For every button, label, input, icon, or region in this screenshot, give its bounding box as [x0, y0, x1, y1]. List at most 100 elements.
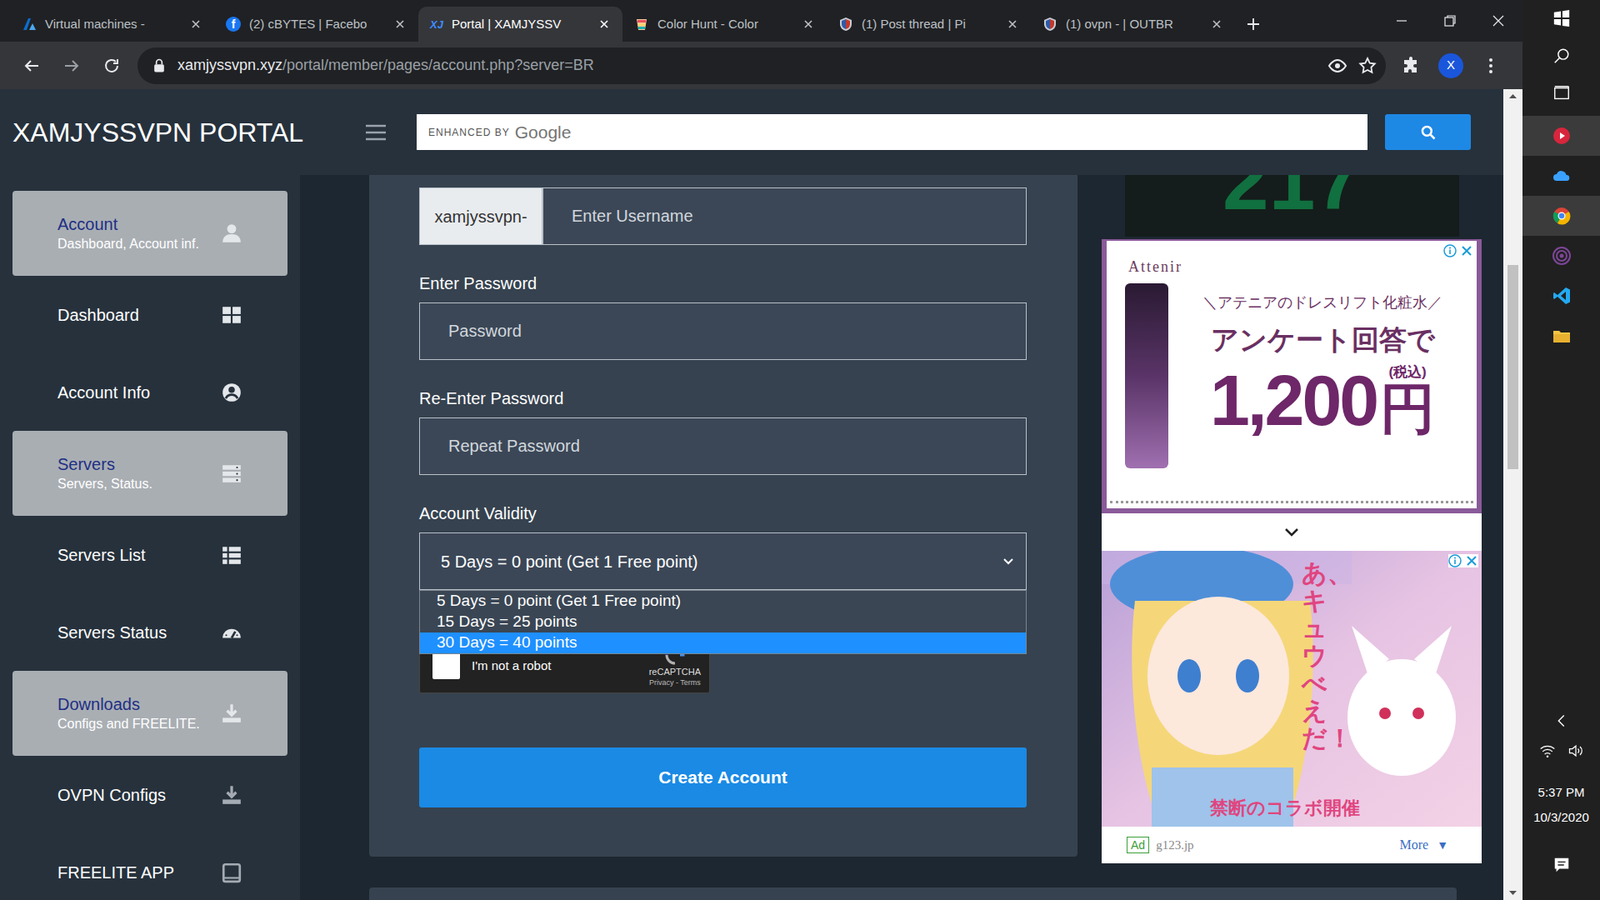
ad-info-icon[interactable] [1443, 244, 1457, 258]
close-icon[interactable] [393, 17, 407, 31]
scroll-down-icon[interactable] [1503, 885, 1523, 900]
ad-price-unit-box: (税込)円 [1380, 364, 1435, 436]
speaker-icon[interactable] [1567, 742, 1585, 760]
ad-banner[interactable]: Attenir＼アテニアのドレスリフト化粧水／アンケート回答で1,200(税込)… [1101, 239, 1482, 514]
browser-tab[interactable]: (1) Post thread | Pi [826, 6, 1031, 42]
wifi-icon[interactable] [1539, 742, 1556, 760]
hamburger-icon[interactable] [364, 120, 388, 145]
ad-close-icon[interactable] [1460, 244, 1474, 258]
sidebar-item[interactable]: Servers List [12, 515, 288, 594]
new-tab-button[interactable] [1235, 6, 1272, 42]
ad-more[interactable]: More [1399, 835, 1429, 855]
counter-value: 217 [1222, 175, 1362, 237]
validity-select[interactable]: 5 Days = 0 point (Get 1 Free point)5 Day… [419, 532, 1027, 590]
browser-tab[interactable]: Color Hunt - Color [622, 6, 827, 42]
validity-option[interactable]: 15 Days = 25 points [420, 611, 1026, 633]
taskbar-clock[interactable]: 5:37 PM10/3/2020 [1522, 782, 1600, 828]
ad-brand-row: Attenir [1106, 240, 1477, 279]
forward-arrow-button[interactable] [51, 47, 92, 85]
password-row [419, 302, 1027, 360]
close-icon[interactable] [189, 17, 203, 31]
sidebar-item[interactable]: Servers Status [12, 593, 288, 671]
windows-logo-button[interactable] [1522, 0, 1600, 37]
ad-more-arrow[interactable]: ▼ [1436, 836, 1449, 855]
profile-button[interactable]: X [1430, 47, 1471, 85]
notification-button[interactable] [1522, 848, 1600, 882]
google-search-box[interactable]: ENHANCED BYGoogle [416, 114, 1368, 150]
scrollbar-track [1503, 103, 1523, 886]
password-label: Enter Password [419, 273, 1027, 295]
cloud-icon [1551, 165, 1572, 186]
browser-tab[interactable]: XJPortal | XAMJYSSV [418, 6, 623, 42]
recaptcha-brand-text: reCAPTCHA [649, 665, 701, 678]
search-button[interactable] [1385, 114, 1471, 150]
ad-info-icon[interactable] [1448, 554, 1462, 568]
ad-headline: アンケート回答で [1210, 319, 1435, 361]
browser-tab[interactable]: Virtual machines - [10, 6, 215, 42]
clock-time: 5:37 PM [1538, 782, 1585, 803]
ad-badge: Ad [1126, 836, 1150, 854]
close-icon[interactable] [597, 17, 611, 31]
list-icon [220, 544, 243, 566]
window-control[interactable] [1377, 0, 1426, 42]
browser-tab[interactable]: f (2) cBYTES | Facebo [214, 6, 419, 42]
window-control[interactable] [1425, 0, 1475, 42]
puzzle-button[interactable] [1390, 47, 1431, 85]
product-bottle [1125, 283, 1169, 469]
validity-option[interactable]: 5 Days = 0 point (Get 1 Free point) [420, 590, 1026, 612]
task-view-icon [1552, 84, 1571, 103]
recaptcha-links[interactable]: Privacy - Terms [649, 677, 701, 688]
sidebar-item[interactable]: OVPN Configs [12, 755, 288, 834]
search-button[interactable] [1522, 36, 1600, 75]
sidebar-section[interactable]: DownloadsConfigs and FREELITE. [12, 670, 288, 756]
reload-icon [101, 55, 122, 76]
user-icon [220, 222, 243, 245]
facebook-icon: f [225, 16, 241, 32]
menu-dots-button[interactable] [1470, 47, 1511, 85]
page-scrollbar[interactable] [1503, 89, 1523, 900]
task-view-button[interactable] [1522, 74, 1600, 112]
taskbar-app[interactable] [1522, 235, 1600, 276]
repeat-password-input[interactable] [419, 417, 1027, 475]
star-icon[interactable] [1357, 55, 1378, 76]
taskbar-app[interactable] [1522, 275, 1600, 316]
scrollbar-thumb[interactable] [1507, 265, 1519, 470]
sidebar-section[interactable]: ServersServers, Status. [12, 430, 288, 516]
create-account-button[interactable]: Create Account [419, 747, 1027, 808]
taskbar-app[interactable] [1522, 115, 1600, 156]
ad-expand-strip[interactable] [1101, 513, 1482, 551]
password-input[interactable] [419, 302, 1027, 360]
ad-domain[interactable]: g123.jp [1155, 835, 1194, 855]
close-icon[interactable] [801, 17, 815, 31]
taskbar-app[interactable] [1522, 155, 1600, 196]
recaptcha-checkbox[interactable] [432, 651, 460, 680]
search-brand: Google [515, 119, 572, 146]
tab-title: (2) cBYTES | Facebo [249, 15, 385, 35]
sidebar-item[interactable]: Dashboard [12, 275, 288, 354]
sidebar-item-label: Servers List [57, 542, 221, 568]
sidebar-item[interactable]: FREELITE APP [12, 833, 288, 900]
ad-dotted-line [1110, 500, 1474, 504]
eye-icon[interactable] [1327, 55, 1348, 76]
user-circle-icon [220, 381, 243, 404]
close-icon[interactable] [1210, 17, 1224, 31]
username-input[interactable] [542, 187, 1027, 245]
browser-tab[interactable]: (1) ovpn - | OUTBR [1030, 6, 1235, 42]
reload-button[interactable] [91, 47, 132, 85]
chevron-left-button[interactable] [1522, 705, 1600, 736]
taskbar-app[interactable] [1522, 315, 1600, 356]
scroll-up-icon[interactable] [1503, 89, 1523, 104]
ad-close-icon[interactable] [1465, 554, 1479, 568]
sidebar-item[interactable]: Account Info [12, 353, 288, 431]
validity-value: 5 Days = 0 point (Get 1 Free point) [440, 549, 1003, 575]
back-arrow-button[interactable] [11, 47, 52, 85]
ad-banner[interactable]: あ、キュウべえだ！禁断のコラボ開催Adg123.jpMore▼ [1101, 550, 1482, 864]
taskbar-app[interactable] [1522, 195, 1600, 236]
close-icon[interactable] [1005, 17, 1020, 31]
browser-viewport: XAMJYSSVPN PORTALENHANCED BYGoogleAccoun… [0, 89, 1523, 900]
window-control[interactable] [1474, 0, 1523, 42]
windows-logo-icon [1552, 9, 1571, 28]
sidebar-section[interactable]: AccountDashboard, Account inf. [12, 190, 288, 276]
validity-option[interactable]: 30 Days = 40 points [420, 632, 1026, 654]
address-bar[interactable]: xamjyssvpn.xyz/portal/member/pages/accou… [137, 47, 1386, 85]
